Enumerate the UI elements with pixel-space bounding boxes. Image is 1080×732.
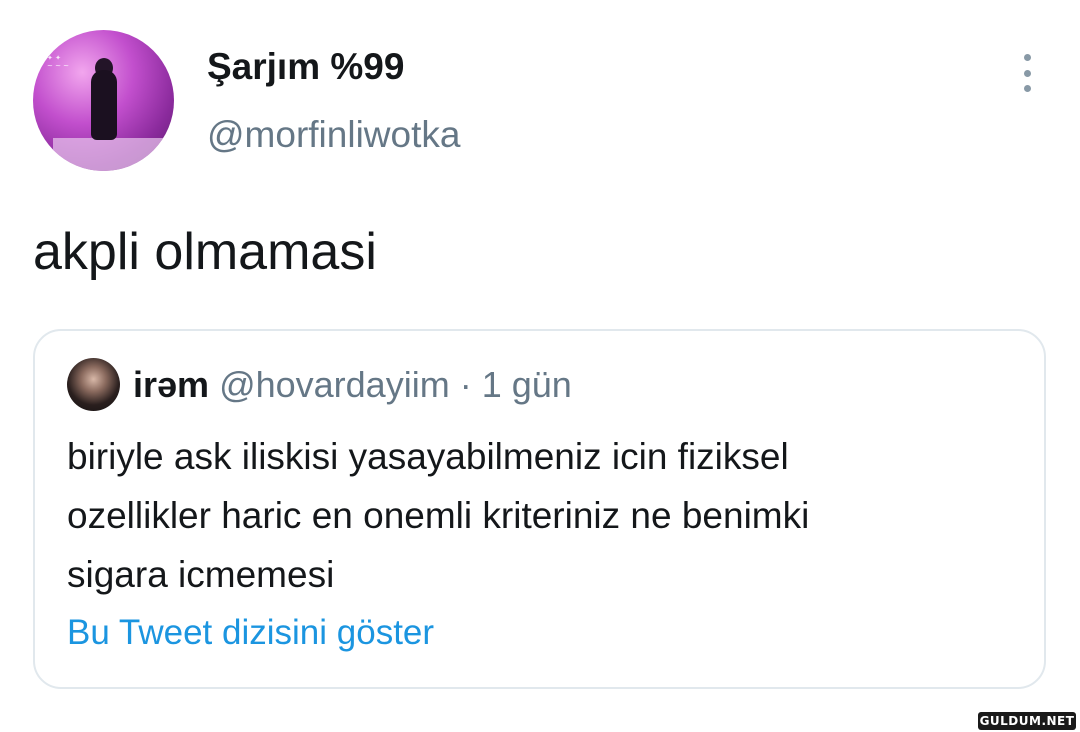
- avatar-bench-shape: [53, 138, 173, 171]
- header-separator: ·: [459, 364, 472, 405]
- quoted-author-handle[interactable]: @hovardayiim: [219, 364, 450, 405]
- avatar-neon-sign-icon: ✦ ✦ ~ ~ ~: [47, 54, 70, 70]
- more-vertical-icon-dot: [1023, 85, 1031, 92]
- more-options-button[interactable]: [1012, 54, 1042, 92]
- tweet-view: ✦ ✦ ~ ~ ~ Şarjım %99 @morfinliwotka akpli…: [0, 0, 1080, 732]
- tweet-text: akpli olmamasi: [33, 223, 377, 281]
- quoted-tweet-card[interactable]: irəm @hovardayiim · 1 gün biriyle ask il…: [33, 329, 1046, 689]
- author-avatar[interactable]: ✦ ✦ ~ ~ ~: [33, 30, 174, 171]
- quoted-tweet-header: irəm @hovardayiim · 1 gün: [133, 363, 572, 407]
- quoted-tweet-line: biriyle ask iliskisi yasayabilmeniz icin…: [67, 436, 789, 477]
- author-handle[interactable]: @morfinliwotka: [207, 114, 460, 156]
- quoted-tweet-timestamp[interactable]: 1 gün: [482, 364, 572, 405]
- quoted-tweet-line: ozellikler haric en onemli kriteriniz ne…: [67, 495, 810, 536]
- quoted-author-avatar[interactable]: [67, 358, 120, 411]
- quoted-author-display-name[interactable]: irəm: [133, 364, 209, 405]
- more-vertical-icon-dot: [1023, 69, 1031, 77]
- site-watermark-logo: GULDUM.NET: [978, 712, 1076, 730]
- author-display-name[interactable]: Şarjım %99: [207, 46, 404, 88]
- show-thread-link[interactable]: Bu Tweet dizisini göster: [67, 613, 434, 653]
- quoted-tweet-line: sigara icmemesi: [67, 554, 335, 595]
- more-vertical-icon: [1023, 54, 1031, 61]
- quoted-tweet-text: biriyle ask iliskisi yasayabilmeniz icin…: [67, 427, 1017, 604]
- avatar-person-body-shape: [91, 70, 117, 140]
